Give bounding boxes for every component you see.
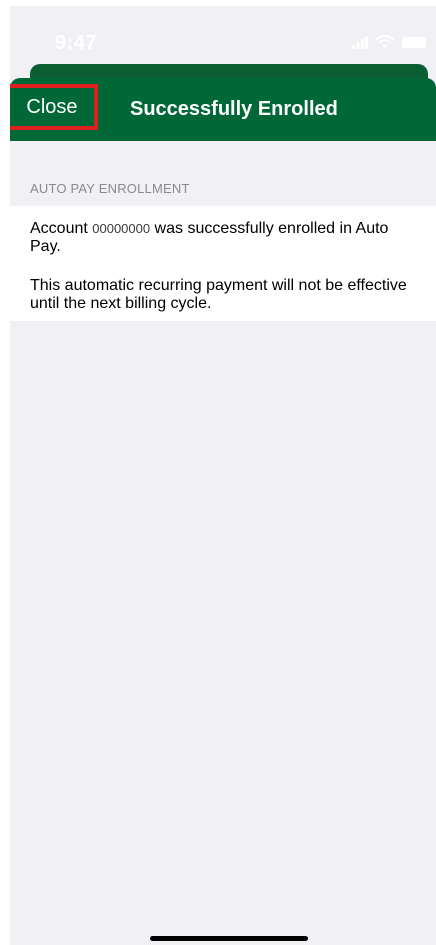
billing-cycle-notice: This automatic recurring payment will no… — [30, 277, 407, 312]
message-prefix: Account — [30, 220, 93, 237]
cellular-signal-icon — [352, 36, 368, 49]
enrollment-confirmation-text: Account 00000000 was successfully enroll… — [30, 220, 422, 256]
close-button[interactable]: Close — [10, 84, 98, 130]
page-title: Successfully Enrolled — [130, 98, 338, 120]
account-number: 00000000 — [92, 221, 151, 236]
status-time: 9:47 — [55, 32, 98, 54]
enrollment-message-card: Account 00000000 was successfully enroll… — [10, 206, 436, 321]
home-indicator — [150, 936, 308, 941]
nav-bar: Close Successfully Enrolled — [10, 78, 436, 141]
app-screen: 9:47 Close Successfully Enrolled AUTO PA… — [10, 6, 436, 945]
battery-icon — [402, 36, 426, 48]
status-bar: 9:47 — [10, 6, 436, 70]
section-header: AUTO PAY ENROLLMENT — [30, 181, 190, 196]
wifi-icon — [376, 35, 394, 48]
status-icons — [352, 32, 426, 52]
close-button-label: Close — [26, 95, 78, 118]
